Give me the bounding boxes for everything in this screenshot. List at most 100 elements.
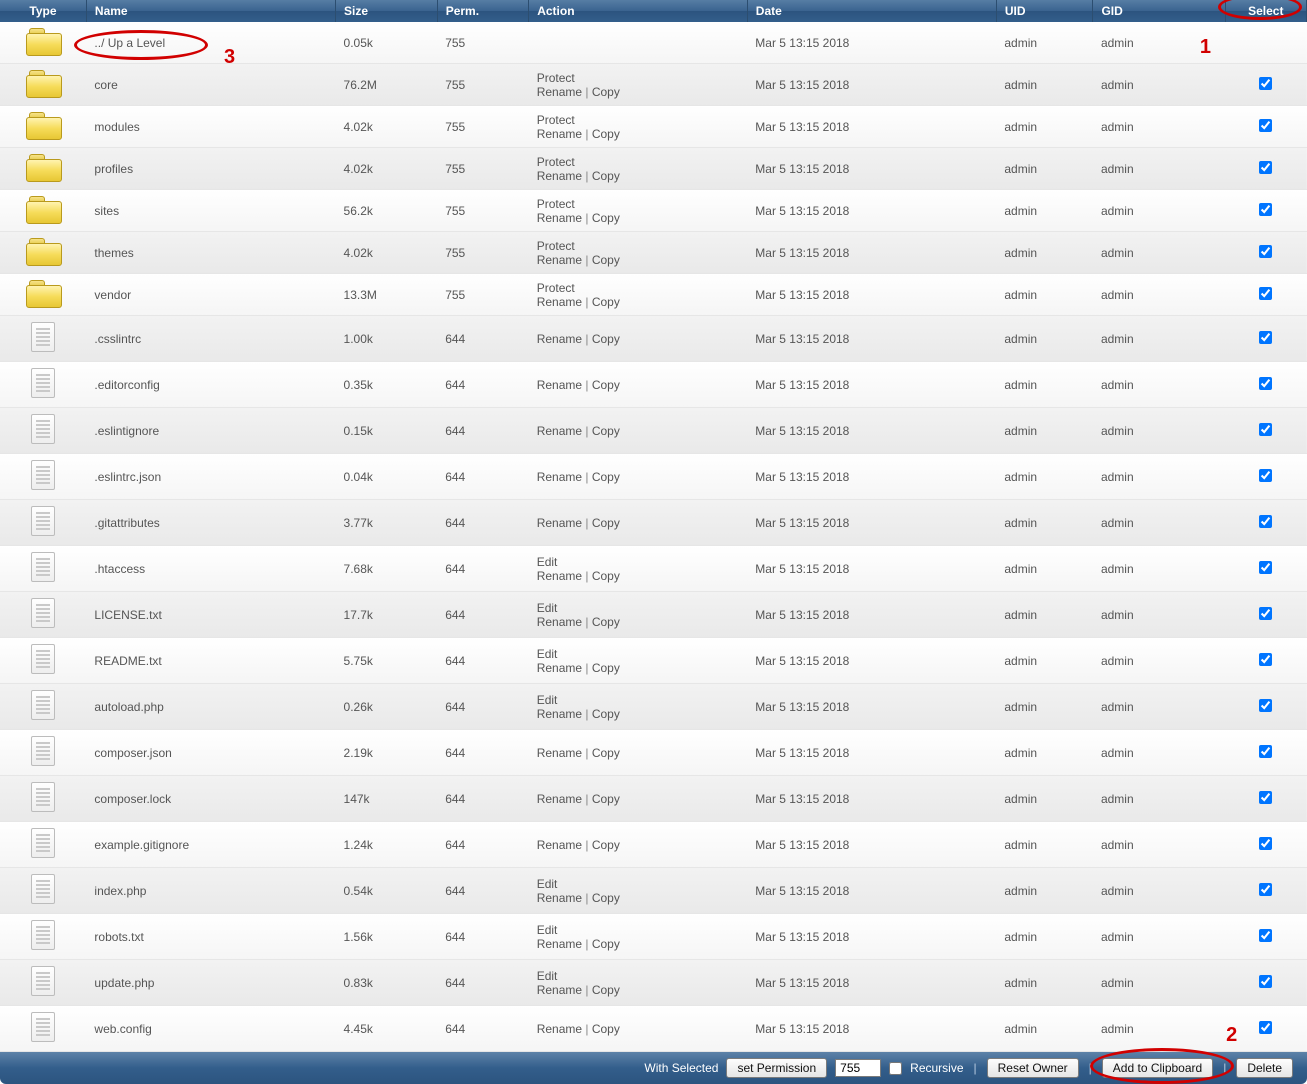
copy-link[interactable]: Copy	[592, 1022, 620, 1036]
copy-link[interactable]: Copy	[592, 746, 620, 760]
rename-link[interactable]: Rename	[537, 295, 582, 309]
edit-link[interactable]: Edit	[537, 693, 558, 707]
row-select-checkbox[interactable]	[1259, 377, 1272, 390]
row-select-checkbox[interactable]	[1259, 745, 1272, 758]
file-name-link[interactable]: README.txt	[94, 654, 161, 668]
file-name-link[interactable]: composer.json	[94, 746, 171, 760]
file-perm-link[interactable]: 644	[445, 378, 465, 392]
row-select-checkbox[interactable]	[1259, 515, 1272, 528]
edit-link[interactable]: Edit	[537, 877, 558, 891]
file-name-link[interactable]: .htaccess	[94, 562, 145, 576]
protect-link[interactable]: Protect	[537, 113, 575, 127]
rename-link[interactable]: Rename	[537, 169, 582, 183]
row-select-checkbox[interactable]	[1259, 791, 1272, 804]
file-perm-link[interactable]: 755	[445, 162, 465, 176]
rename-link[interactable]: Rename	[537, 891, 582, 905]
rename-link[interactable]: Rename	[537, 332, 582, 346]
add-to-clipboard-button[interactable]: Add to Clipboard	[1102, 1058, 1213, 1078]
copy-link[interactable]: Copy	[592, 569, 620, 583]
header-name[interactable]: Name	[86, 0, 335, 22]
file-name-link[interactable]: modules	[94, 120, 139, 134]
file-name-link[interactable]: .gitattributes	[94, 516, 159, 530]
copy-link[interactable]: Copy	[592, 516, 620, 530]
file-perm-link[interactable]: 644	[445, 700, 465, 714]
file-perm-link[interactable]: 644	[445, 930, 465, 944]
file-perm-link[interactable]: 755	[445, 288, 465, 302]
file-perm-link[interactable]: 644	[445, 562, 465, 576]
file-name-link[interactable]: .eslintignore	[94, 424, 159, 438]
file-name-link[interactable]: autoload.php	[94, 700, 163, 714]
rename-link[interactable]: Rename	[537, 470, 582, 484]
header-size[interactable]: Size	[336, 0, 438, 22]
copy-link[interactable]: Copy	[592, 295, 620, 309]
file-perm-link[interactable]: 644	[445, 746, 465, 760]
row-select-checkbox[interactable]	[1259, 1021, 1272, 1034]
row-select-checkbox[interactable]	[1259, 287, 1272, 300]
rename-link[interactable]: Rename	[537, 937, 582, 951]
protect-link[interactable]: Protect	[537, 239, 575, 253]
row-select-checkbox[interactable]	[1259, 653, 1272, 666]
copy-link[interactable]: Copy	[592, 615, 620, 629]
file-perm-link[interactable]: 644	[445, 654, 465, 668]
copy-link[interactable]: Copy	[592, 211, 620, 225]
edit-link[interactable]: Edit	[537, 601, 558, 615]
copy-link[interactable]: Copy	[592, 127, 620, 141]
file-perm-link[interactable]: 755	[445, 36, 465, 50]
header-select[interactable]: Select	[1225, 0, 1306, 22]
rename-link[interactable]: Rename	[537, 1022, 582, 1036]
file-name-link[interactable]: .eslintrc.json	[94, 470, 161, 484]
row-select-checkbox[interactable]	[1259, 929, 1272, 942]
row-select-checkbox[interactable]	[1259, 883, 1272, 896]
rename-link[interactable]: Rename	[537, 569, 582, 583]
file-perm-link[interactable]: 644	[445, 424, 465, 438]
reset-owner-button[interactable]: Reset Owner	[987, 1058, 1079, 1078]
file-perm-link[interactable]: 644	[445, 884, 465, 898]
file-name-link[interactable]: LICENSE.txt	[94, 608, 161, 622]
delete-button[interactable]: Delete	[1236, 1058, 1293, 1078]
file-name-link[interactable]: profiles	[94, 162, 133, 176]
file-perm-link[interactable]: 644	[445, 1022, 465, 1036]
rename-link[interactable]: Rename	[537, 253, 582, 267]
row-select-checkbox[interactable]	[1259, 245, 1272, 258]
rename-link[interactable]: Rename	[537, 378, 582, 392]
copy-link[interactable]: Copy	[592, 253, 620, 267]
protect-link[interactable]: Protect	[537, 197, 575, 211]
edit-link[interactable]: Edit	[537, 969, 558, 983]
file-perm-link[interactable]: 644	[445, 792, 465, 806]
header-type[interactable]: Type	[0, 0, 86, 22]
rename-link[interactable]: Rename	[537, 615, 582, 629]
file-perm-link[interactable]: 644	[445, 470, 465, 484]
file-name-link[interactable]: update.php	[94, 976, 154, 990]
file-perm-link[interactable]: 644	[445, 332, 465, 346]
row-select-checkbox[interactable]	[1259, 699, 1272, 712]
copy-link[interactable]: Copy	[592, 983, 620, 997]
rename-link[interactable]: Rename	[537, 211, 582, 225]
copy-link[interactable]: Copy	[592, 891, 620, 905]
protect-link[interactable]: Protect	[537, 71, 575, 85]
rename-link[interactable]: Rename	[537, 127, 582, 141]
header-gid[interactable]: GID	[1093, 0, 1225, 22]
row-select-checkbox[interactable]	[1259, 331, 1272, 344]
protect-link[interactable]: Protect	[537, 281, 575, 295]
file-name-link[interactable]: sites	[94, 204, 119, 218]
header-uid[interactable]: UID	[996, 0, 1093, 22]
file-perm-link[interactable]: 755	[445, 246, 465, 260]
row-select-checkbox[interactable]	[1259, 161, 1272, 174]
file-name-link[interactable]: index.php	[94, 884, 146, 898]
rename-link[interactable]: Rename	[537, 516, 582, 530]
copy-link[interactable]: Copy	[592, 707, 620, 721]
file-perm-link[interactable]: 644	[445, 516, 465, 530]
copy-link[interactable]: Copy	[592, 838, 620, 852]
copy-link[interactable]: Copy	[592, 378, 620, 392]
row-select-checkbox[interactable]	[1259, 119, 1272, 132]
file-perm-link[interactable]: 644	[445, 838, 465, 852]
file-name-link[interactable]: vendor	[94, 288, 131, 302]
rename-link[interactable]: Rename	[537, 661, 582, 675]
file-name-link[interactable]: .editorconfig	[94, 378, 159, 392]
rename-link[interactable]: Rename	[537, 85, 582, 99]
row-select-checkbox[interactable]	[1259, 77, 1272, 90]
copy-link[interactable]: Copy	[592, 937, 620, 951]
rename-link[interactable]: Rename	[537, 424, 582, 438]
header-perm[interactable]: Perm.	[437, 0, 529, 22]
file-perm-link[interactable]: 755	[445, 120, 465, 134]
